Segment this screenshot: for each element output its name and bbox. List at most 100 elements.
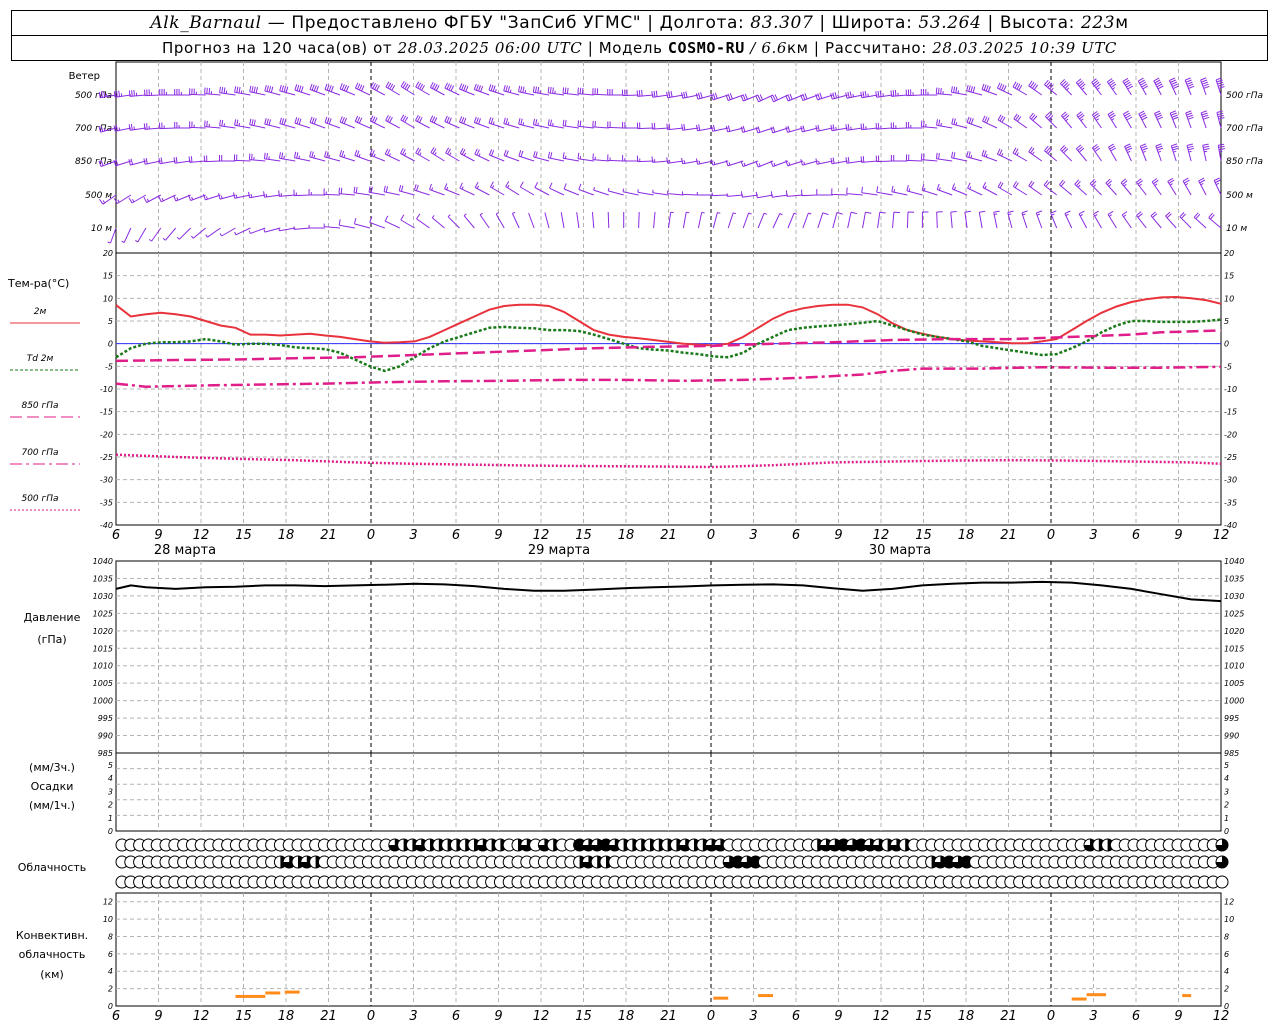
wind-barb — [830, 124, 848, 132]
wind-barb — [1064, 210, 1073, 229]
pressure-ytick-left: 1025 — [93, 609, 113, 618]
temperature-ytick-left: -5 — [105, 362, 113, 371]
wind-barb — [591, 212, 595, 229]
wind-barb — [488, 149, 505, 162]
wind-barb — [668, 211, 674, 229]
pressure-unit-label: (гПа) — [37, 633, 66, 646]
wind-barb — [1106, 78, 1117, 96]
wind-barb — [445, 147, 460, 162]
precipitation-ytick-right: 0 — [1224, 827, 1229, 836]
precipitation-ytick-left: 5 — [108, 761, 113, 770]
wind-barb — [936, 211, 943, 229]
wind-barb — [413, 184, 430, 196]
wind-barb — [263, 227, 281, 233]
wind-barb — [607, 187, 624, 196]
wind-barb — [1137, 77, 1149, 96]
precipitation-ytick-left: 2 — [108, 801, 113, 810]
wind-barb — [519, 181, 535, 196]
wind-barb — [800, 125, 818, 133]
wind-barb — [906, 211, 915, 229]
wind-barb — [398, 184, 415, 196]
wind-barb — [681, 91, 699, 99]
time-tick-mid: 0 — [367, 528, 375, 543]
precipitation-ytick-left: 3 — [108, 787, 113, 796]
wind-barb — [847, 211, 858, 229]
wind-barb — [890, 89, 908, 97]
wind-barb — [1060, 79, 1073, 96]
wind-barb — [338, 219, 355, 229]
wind-barb — [158, 157, 176, 165]
wind-barb — [861, 186, 878, 196]
wind-barb — [997, 114, 1013, 129]
wind-barb — [1168, 77, 1179, 96]
precip-top-label: (мм/3ч.) — [29, 761, 75, 774]
wind-barb — [1136, 211, 1147, 229]
pressure-ytick-left: 985 — [98, 749, 113, 758]
wind-barb — [444, 82, 460, 96]
wind-barb — [560, 212, 565, 229]
wind-barb — [173, 194, 191, 202]
wind-barb — [1165, 211, 1177, 229]
pressure-ytick-right: 1015 — [1224, 644, 1244, 653]
wind-barb — [892, 211, 900, 229]
wind-barb — [996, 148, 1013, 162]
wind-barb — [431, 215, 445, 229]
time-tick-mid: 6 — [452, 528, 460, 543]
wind-barb — [950, 86, 968, 96]
time-tick-mid: 9 — [834, 528, 842, 543]
time-tick-bottom: 18 — [958, 1009, 975, 1024]
wind-barb — [324, 150, 341, 162]
temperature-ytick-right: 20 — [1224, 249, 1234, 258]
wind-barb — [547, 151, 565, 162]
wind-barb — [770, 94, 789, 103]
wind-barb — [876, 186, 893, 196]
pressure-ytick-left: 995 — [98, 714, 113, 723]
wind-barb — [592, 120, 609, 129]
wind-barb — [578, 183, 594, 196]
convective-bar — [265, 991, 281, 995]
convective-ytick-left: 4 — [108, 967, 113, 976]
wind-barb — [1105, 178, 1117, 196]
temperature-label: Тем-ра(°C) — [7, 277, 69, 290]
wind-barb — [740, 93, 759, 102]
wind-barb — [488, 117, 505, 129]
wind-barb — [503, 117, 520, 129]
wind-barb — [400, 147, 415, 162]
wind-barb — [294, 117, 311, 129]
wind-barb — [563, 183, 580, 196]
pressure-ytick-left: 1020 — [93, 627, 113, 636]
wind-barb — [233, 154, 251, 162]
wind-barb — [622, 188, 639, 196]
wind-barb — [772, 213, 783, 229]
precipitation-ytick-left: 1 — [108, 814, 113, 823]
wind-barb — [681, 157, 699, 165]
wind-barb — [831, 188, 848, 196]
wind-level-label-left: 10 м — [91, 224, 112, 234]
wind-barb — [875, 90, 893, 98]
wind-barb — [725, 93, 744, 101]
convective-ytick-left: 8 — [108, 932, 113, 941]
date-label: 30 марта — [869, 543, 931, 558]
wind-barb — [607, 154, 624, 162]
wind-barb — [447, 214, 460, 229]
temperature-ytick-left: -10 — [100, 385, 113, 394]
wind-barb — [547, 119, 565, 129]
convective-ytick-left: 2 — [108, 985, 113, 994]
wind-barb — [370, 81, 386, 96]
precipitation-ytick-left: 4 — [108, 774, 113, 783]
wind-barb — [860, 123, 878, 131]
temperature-ytick-right: -20 — [1224, 430, 1237, 439]
wind-barb — [121, 227, 132, 243]
wind-barb — [562, 87, 579, 96]
wind-barb — [785, 160, 804, 167]
wind-barb — [1122, 77, 1134, 96]
time-tick-mid: 6 — [112, 528, 120, 543]
wind-barb — [815, 92, 833, 101]
wind-barb — [415, 81, 430, 96]
wind-barb — [473, 83, 490, 96]
wind-barb — [967, 182, 983, 196]
wind-barb — [1139, 143, 1148, 162]
wind-level-label-left: 850 гПа — [75, 157, 112, 167]
wind-barb — [1028, 180, 1043, 196]
wind-barb — [607, 211, 610, 229]
